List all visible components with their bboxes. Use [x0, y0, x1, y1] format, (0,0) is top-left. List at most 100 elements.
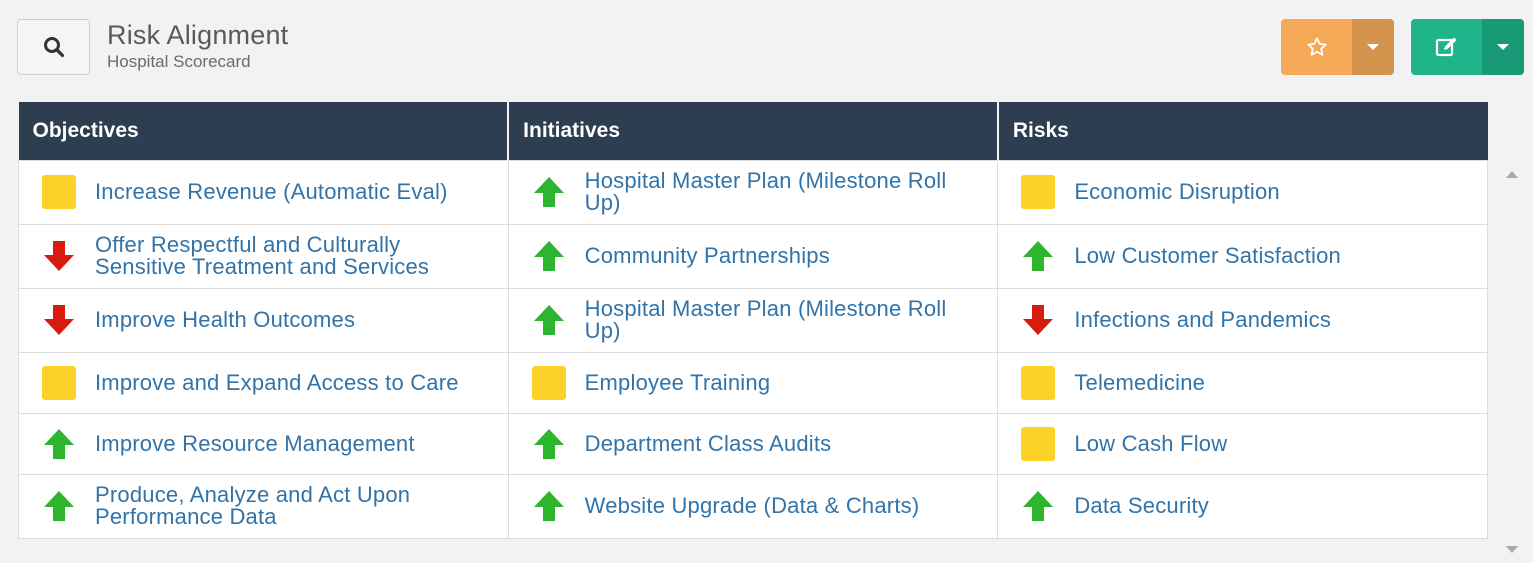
initiative-cell: Department Class Audits: [507, 412, 999, 475]
status-neutral-icon: [41, 174, 77, 210]
objective-cell: Increase Revenue (Automatic Eval): [18, 159, 509, 225]
table-header-row: Objectives Initiatives Risks: [18, 102, 1488, 160]
favorite-dropdown-button[interactable]: [1352, 19, 1394, 75]
favorite-button-group: [1281, 19, 1394, 75]
objective-cell: Offer Respectful and Culturally Sensitiv…: [18, 223, 509, 289]
table-row: Increase Revenue (Automatic Eval) Hospita…: [18, 159, 1488, 225]
risk-item: Low Cash Flow: [1020, 426, 1473, 462]
objective-item: Improve Resource Management: [41, 426, 494, 462]
initiative-item: Website Upgrade (Data & Charts): [531, 488, 984, 524]
status-neutral-icon: [1020, 426, 1056, 462]
objective-link[interactable]: Increase Revenue (Automatic Eval): [95, 181, 448, 203]
initiative-link[interactable]: Hospital Master Plan (Milestone Roll Up): [585, 298, 984, 342]
risk-cell: Infections and Pandemics: [997, 287, 1488, 353]
status-neutral-icon: [1020, 174, 1056, 210]
risk-item: Telemedicine: [1020, 365, 1473, 401]
arrow-up-icon: [1020, 488, 1056, 524]
edit-button-group: [1411, 19, 1524, 75]
objective-cell: Improve and Expand Access to Care: [18, 351, 509, 414]
initiative-item: Hospital Master Plan (Milestone Roll Up): [531, 298, 984, 342]
initiative-cell: Website Upgrade (Data & Charts): [507, 473, 999, 539]
risk-cell: Economic Disruption: [997, 159, 1488, 225]
table-row: Improve Health Outcomes Hospital Master P…: [18, 287, 1488, 353]
page-title: Risk Alignment: [107, 20, 289, 50]
risk-link[interactable]: Infections and Pandemics: [1074, 309, 1331, 331]
arrow-up-icon: [41, 426, 77, 462]
objective-cell: Produce, Analyze and Act Upon Performanc…: [18, 473, 509, 539]
arrow-up-icon: [531, 302, 567, 338]
initiative-link[interactable]: Employee Training: [585, 371, 771, 394]
star-icon: [1306, 37, 1327, 56]
objective-cell: Improve Resource Management: [18, 412, 509, 475]
risk-item: Infections and Pandemics: [1020, 302, 1473, 338]
initiative-item: Employee Training: [531, 365, 984, 401]
objective-item: Produce, Analyze and Act Upon Performanc…: [41, 484, 494, 528]
risk-item: Data Security: [1020, 488, 1473, 524]
risk-link[interactable]: Telemedicine: [1074, 371, 1205, 394]
initiative-cell: Community Partnerships: [507, 223, 999, 289]
arrow-up-icon: [531, 488, 567, 524]
objective-link[interactable]: Improve Resource Management: [95, 432, 415, 455]
initiative-cell: Hospital Master Plan (Milestone Roll Up): [507, 159, 999, 225]
objective-item: Improve and Expand Access to Care: [41, 365, 494, 401]
risk-item: Economic Disruption: [1020, 174, 1473, 210]
risk-item: Low Customer Satisfaction: [1020, 238, 1473, 274]
initiative-link[interactable]: Community Partnerships: [585, 245, 830, 267]
favorite-button[interactable]: [1281, 19, 1352, 75]
initiative-link[interactable]: Website Upgrade (Data & Charts): [585, 495, 920, 517]
arrow-up-icon: [41, 488, 77, 524]
risk-link[interactable]: Low Customer Satisfaction: [1074, 245, 1341, 267]
arrow-down-icon: [1020, 302, 1056, 338]
table-row: Improve Resource Management Department Cl…: [18, 412, 1488, 475]
status-neutral-icon: [41, 365, 77, 401]
objective-item: Increase Revenue (Automatic Eval): [41, 174, 494, 210]
objective-link[interactable]: Produce, Analyze and Act Upon Performanc…: [95, 484, 494, 528]
status-neutral-icon: [531, 365, 567, 401]
initiative-item: Hospital Master Plan (Milestone Roll Up): [531, 170, 984, 214]
column-header-risks: Risks: [997, 102, 1488, 160]
page-subtitle: Hospital Scorecard: [107, 52, 251, 71]
objective-item: Offer Respectful and Culturally Sensitiv…: [41, 234, 494, 278]
objective-link[interactable]: Offer Respectful and Culturally Sensitiv…: [95, 234, 494, 278]
initiative-link[interactable]: Department Class Audits: [585, 432, 832, 455]
risk-cell: Telemedicine: [997, 351, 1488, 414]
initiative-item: Community Partnerships: [531, 238, 984, 274]
objective-cell: Improve Health Outcomes: [18, 287, 509, 353]
search-button[interactable]: [17, 19, 90, 75]
objective-link[interactable]: Improve and Expand Access to Care: [95, 371, 459, 394]
initiative-cell: Hospital Master Plan (Milestone Roll Up): [507, 287, 999, 353]
risk-link[interactable]: Economic Disruption: [1074, 181, 1280, 203]
objective-link[interactable]: Improve Health Outcomes: [95, 309, 355, 331]
edit-dropdown-button[interactable]: [1482, 19, 1524, 75]
status-neutral-icon: [1020, 365, 1056, 401]
scroll-up-arrow[interactable]: [1506, 171, 1518, 178]
arrow-up-icon: [531, 238, 567, 274]
edit-icon: [1435, 37, 1456, 57]
risk-link[interactable]: Data Security: [1074, 495, 1209, 517]
edit-button[interactable]: [1411, 19, 1482, 75]
risk-cell: Low Cash Flow: [997, 412, 1488, 475]
arrow-up-icon: [531, 426, 567, 462]
table-row: Improve and Expand Access to Care Employe…: [18, 351, 1488, 414]
objective-item: Improve Health Outcomes: [41, 302, 494, 338]
table-row: Offer Respectful and Culturally Sensitiv…: [18, 223, 1488, 289]
risk-link[interactable]: Low Cash Flow: [1074, 432, 1227, 455]
risk-cell: Low Customer Satisfaction: [997, 223, 1488, 289]
scroll-down-arrow[interactable]: [1506, 546, 1518, 553]
arrow-down-icon: [41, 238, 77, 274]
table-row: Produce, Analyze and Act Upon Performanc…: [18, 473, 1488, 539]
title-block: Risk Alignment Hospital Scorecard: [107, 19, 288, 73]
initiative-item: Department Class Audits: [531, 426, 984, 462]
column-header-initiatives: Initiatives: [508, 102, 999, 160]
chevron-down-icon: [1497, 44, 1509, 50]
initiative-link[interactable]: Hospital Master Plan (Milestone Roll Up): [585, 170, 984, 214]
search-icon: [43, 37, 64, 58]
arrow-down-icon: [41, 302, 77, 338]
arrow-up-icon: [1020, 238, 1056, 274]
alignment-table: Objectives Initiatives Risks Increase Re…: [18, 102, 1488, 539]
chevron-down-icon: [1367, 44, 1379, 50]
initiative-cell: Employee Training: [507, 351, 999, 414]
risk-cell: Data Security: [997, 473, 1488, 539]
column-header-objectives: Objectives: [18, 102, 510, 160]
arrow-up-icon: [531, 174, 567, 210]
